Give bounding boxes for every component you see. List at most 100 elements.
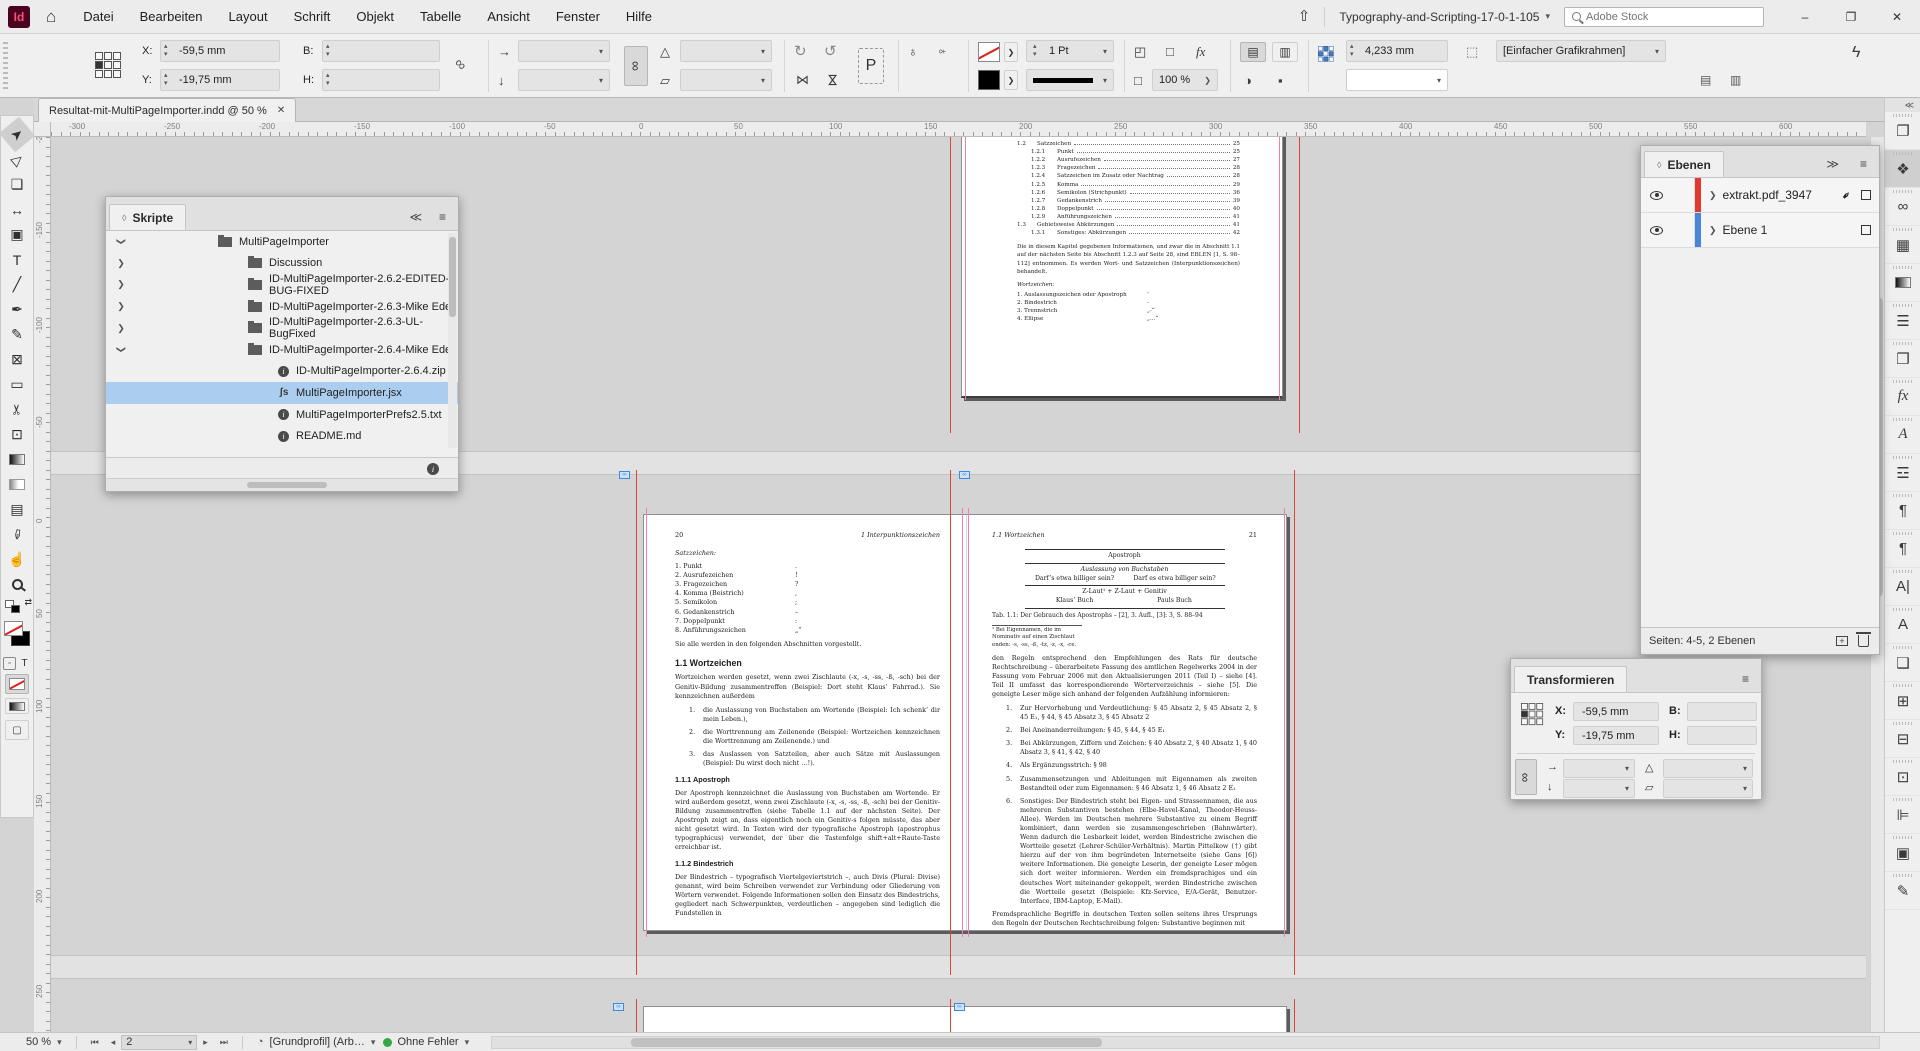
swatches-panel-icon[interactable]: ▦ — [1885, 226, 1920, 264]
minimize-button[interactable]: – — [1782, 0, 1828, 34]
apply-none-button[interactable] — [5, 674, 29, 694]
effects-panel-icon[interactable]: fx — [1885, 378, 1920, 416]
paragraph-panel-icon[interactable]: ¶ — [1885, 492, 1920, 530]
flip-vertical-icon[interactable]: ⋈ — [825, 74, 841, 87]
menu-layout[interactable]: Layout — [216, 0, 281, 34]
menu-bearbeiten[interactable]: Bearbeiten — [127, 0, 216, 34]
spinner-icon[interactable]: ▴ ▾ — [1033, 43, 1043, 59]
first-page-icon[interactable]: ⏮ — [85, 1037, 105, 1048]
fill-stroke-indicator[interactable] — [0, 619, 34, 655]
gap-tool[interactable]: ↔ — [4, 197, 30, 222]
b-field[interactable]: ▴ ▾ — [322, 40, 440, 62]
shear-dropdown[interactable]: ▾ — [1663, 779, 1753, 798]
page-5[interactable]: 1.1 Wortzeichen 21 Apostroph Auslassung v… — [966, 515, 1288, 930]
gap-field[interactable]: ▴ ▾ 4,233 mm — [1346, 40, 1448, 62]
constrain-broken-icon[interactable]: ∞ — [451, 55, 471, 75]
pages-panel-icon[interactable]: ❐ — [1885, 112, 1920, 150]
align-panel-icon[interactable]: ⊫ — [1885, 796, 1920, 834]
text-wrap-panel-icon[interactable]: ☲ — [1885, 454, 1920, 492]
menu-tabelle[interactable]: Tabelle — [407, 0, 474, 34]
gradient-panel-icon[interactable] — [1885, 264, 1920, 302]
tree-chevron-icon[interactable]: ❯ — [116, 323, 126, 334]
stroke-style-dropdown[interactable]: ▾ — [1346, 69, 1448, 91]
spinner-icon[interactable]: ▴ ▾ — [1350, 43, 1360, 59]
scripts-scrollbar[interactable] — [448, 233, 457, 448]
constrain-proportions-button[interactable]: ∞ — [624, 46, 648, 86]
y-field[interactable]: -19,75 mm — [1573, 726, 1659, 745]
constrain-proportions-button[interactable]: ∞ — [1515, 759, 1537, 795]
spinner-icon[interactable]: ▴ ▾ — [164, 72, 174, 88]
corner-options-icon[interactable]: ◰ — [1134, 44, 1146, 60]
publish-icon[interactable]: ▥ — [1730, 73, 1741, 87]
stroke-color-none-swatch[interactable] — [978, 42, 1000, 62]
pen-tool[interactable]: ✒ — [4, 297, 30, 322]
chevron-down-icon[interactable]: ▾ — [459, 1037, 476, 1048]
transform-panel-tab[interactable]: Transformieren — [1514, 666, 1628, 692]
rotation-dropdown[interactable]: ▾ — [1663, 759, 1753, 778]
scale-x-dropdown[interactable]: ▾ — [518, 40, 610, 62]
script-item[interactable]: ❯ ID-MultiPageImporter-2.6.2-EDITED-BUG-F… — [106, 273, 458, 297]
quick-apply-icon[interactable]: ϟ — [1852, 44, 1860, 62]
effects-square-icon[interactable]: ▪ — [1278, 73, 1283, 88]
frame-anchor-icon[interactable] — [613, 1003, 624, 1011]
close-button[interactable]: ✕ — [1874, 0, 1920, 34]
target-select-box[interactable] — [1861, 190, 1871, 200]
spinner-icon[interactable]: ▴ ▾ — [164, 43, 174, 59]
layers-panel-tab[interactable]: ◊ Ebenen — [1644, 151, 1724, 177]
hand-tool[interactable]: ☝ — [4, 547, 30, 572]
x-field[interactable]: ▴ ▾ -59,5 mm — [160, 40, 280, 62]
effects-fx-icon[interactable]: fx — [1196, 44, 1205, 60]
reference-point-proxy[interactable] — [95, 52, 121, 78]
h-field[interactable]: ▴ ▾ — [322, 69, 440, 91]
search-input[interactable] — [1586, 10, 1746, 23]
page-3[interactable]: 1.2 Satzzeichen 25 1.2.1 Punkt 25 1.2.2 Ausrufe… — [961, 137, 1283, 398]
panel-menu-icon[interactable]: ≡ — [1860, 157, 1867, 171]
tree-chevron-icon[interactable]: ❯ — [116, 237, 127, 247]
script-item[interactable]: ❯ ID-MultiPageImporter-2.6.3-Mike Edel — [106, 296, 458, 318]
vertical-ruler[interactable]: -200-150-100-50050100150200250 — [34, 137, 51, 1032]
tree-chevron-icon[interactable]: ❯ — [116, 279, 126, 290]
attributes-panel-icon[interactable]: ✎ — [1885, 872, 1920, 910]
eye-icon[interactable] — [1650, 225, 1663, 235]
scripts-panel-header[interactable]: ◊ Skripte ≪ ≡ — [106, 197, 458, 231]
spinner-icon[interactable]: ▴ ▾ — [326, 72, 336, 88]
fill-flyout-button[interactable]: ❯ — [1004, 70, 1018, 90]
previous-page-icon[interactable]: ◂ — [105, 1037, 122, 1048]
menu-objekt[interactable]: Objekt — [343, 0, 407, 34]
preview-icon[interactable]: ▤ — [1700, 73, 1711, 87]
layers-panel-header[interactable]: ◊ Ebenen ≫ ≡ — [1641, 146, 1879, 178]
transform-panel-header[interactable]: Transformieren ≡ — [1511, 659, 1761, 693]
mini-fill-stroke[interactable]: ⇄ — [0, 597, 34, 615]
trash-icon[interactable] — [1856, 632, 1871, 647]
y-field[interactable]: ▴ ▾ -19,75 mm — [160, 69, 280, 91]
eye-icon[interactable] — [1650, 190, 1663, 200]
tree-chevron-icon[interactable]: ❯ — [116, 301, 126, 312]
page-number-field[interactable]: 2 ▾ — [121, 1034, 198, 1050]
fill-swatch-none[interactable] — [4, 621, 23, 636]
next-page-icon[interactable]: ▸ — [197, 1037, 214, 1048]
workspace-switcher[interactable]: Typography-and-Scripting-17-0-1-105 — [1325, 10, 1545, 24]
last-page-icon[interactable]: ⏭ — [214, 1037, 234, 1048]
expand-layer-icon[interactable]: ❯ — [1709, 190, 1717, 201]
mini-stroke-swatch[interactable] — [11, 605, 20, 613]
formatting-container-button[interactable]: ▫ — [3, 657, 16, 670]
new-layer-icon[interactable]: + — [1836, 636, 1848, 646]
chevron-down-icon[interactable]: ▾ — [365, 1037, 382, 1048]
select-container-icon[interactable]: P — [858, 48, 884, 84]
swap-fill-stroke-icon[interactable]: ⇄ — [24, 597, 32, 608]
layer-row[interactable]: ❯ extrakt.pdf_3947 ✒ — [1641, 178, 1879, 213]
menu-schrift[interactable]: Schrift — [281, 0, 344, 34]
opacity-dropdown[interactable]: 100 % ❯ — [1152, 69, 1218, 91]
character-styles-panel-icon[interactable]: A — [1885, 606, 1920, 644]
script-item[interactable]: ❯ MultiPageImporter — [106, 231, 458, 253]
cell-styles-panel-icon[interactable]: ⊡ — [1885, 758, 1920, 796]
chevron-down-icon[interactable]: ▾ — [51, 1037, 68, 1048]
panel-menu-icon[interactable]: ≡ — [439, 210, 446, 224]
pencil-tool[interactable]: ✎ — [4, 322, 30, 347]
tree-chevron-icon[interactable]: ❯ — [116, 345, 127, 355]
spread-4-5[interactable]: 20 1 Interpunktionszeichen Satzzeichen: 1… — [643, 514, 1287, 931]
menu-datei[interactable]: Datei — [70, 0, 126, 34]
layer-row[interactable]: ❯ Ebene 1 — [1641, 213, 1879, 248]
frame-tool[interactable]: ⊠ — [4, 347, 30, 372]
script-item[interactable]: i MultiPageImporterPrefs2.5.txt — [106, 404, 458, 426]
